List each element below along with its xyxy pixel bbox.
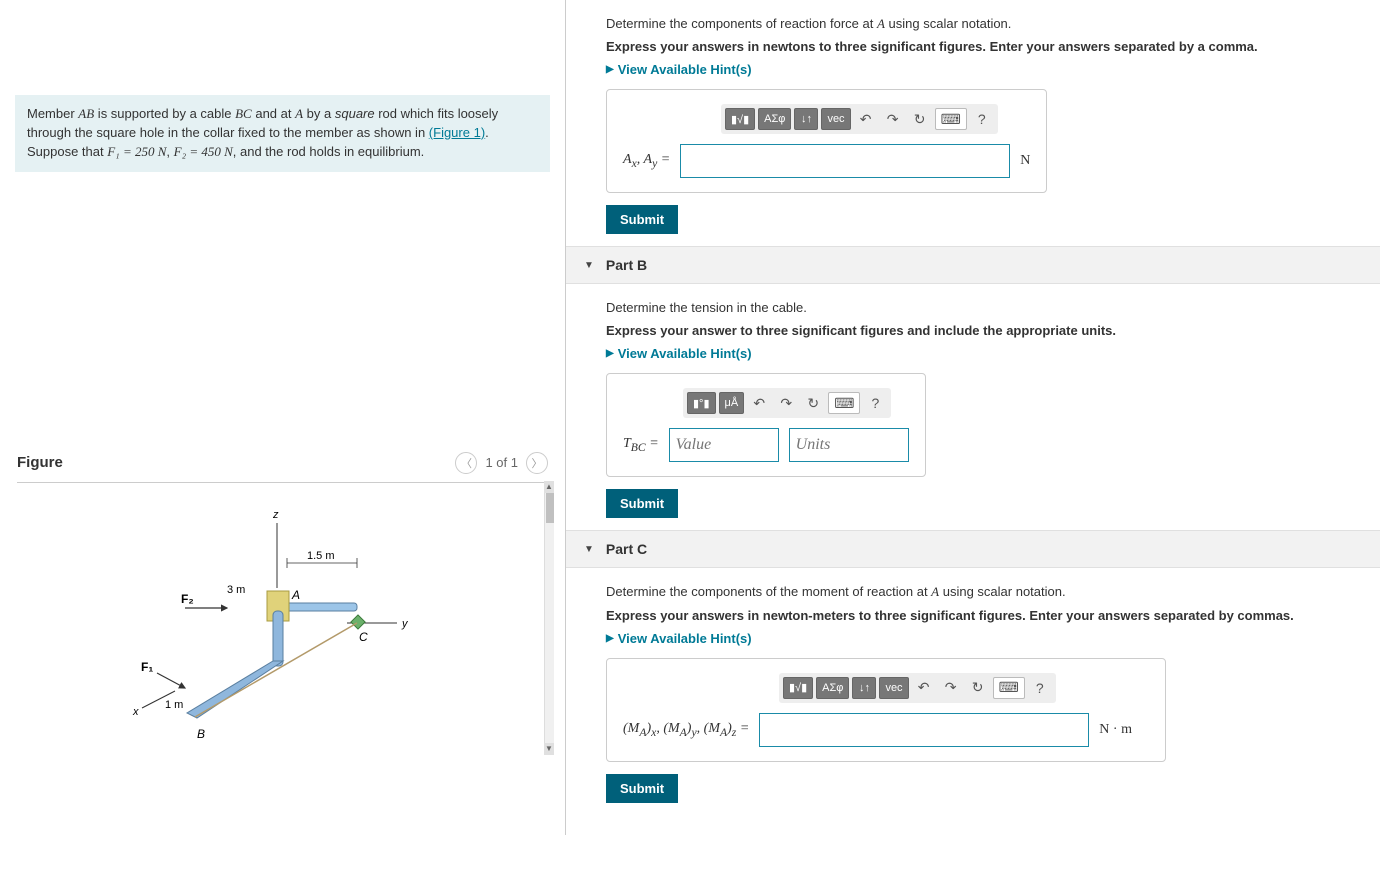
part-a-unit: N <box>1020 153 1030 169</box>
undo-button[interactable]: ↶ <box>912 677 936 699</box>
part-c-unit: N · m <box>1099 722 1132 738</box>
part-b-answer-box: ▮°▮ μÅ ↶ ↷ ↻ ⌨ ? TBC = <box>606 373 926 477</box>
figure-header: Figure 〈 1 of 1 〉 <box>17 452 548 483</box>
svg-text:A: A <box>291 588 300 602</box>
reset-button[interactable]: ↻ <box>801 392 825 414</box>
part-c-instruction: Express your answers in newton-meters to… <box>606 608 1340 623</box>
part-a-instruction: Express your answers in newtons to three… <box>606 39 1340 54</box>
svg-text:x: x <box>132 706 139 718</box>
redo-button[interactable]: ↷ <box>939 677 963 699</box>
part-b-title: Part B <box>606 257 647 273</box>
part-a-input[interactable] <box>680 144 1010 178</box>
vector-button[interactable]: vec <box>879 677 908 699</box>
figure-prev-button[interactable]: 〈 <box>455 452 477 474</box>
keyboard-button[interactable]: ⌨ <box>828 392 860 414</box>
part-c-input[interactable] <box>759 713 1089 747</box>
help-button[interactable]: ? <box>863 392 887 414</box>
part-c-label: (MA)x, (MA)y, (MA)z = <box>623 721 749 739</box>
part-c-title: Part C <box>606 541 647 557</box>
svg-text:C: C <box>359 630 368 644</box>
part-b-toolbar: ▮°▮ μÅ ↶ ↷ ↻ ⌨ ? <box>683 388 891 418</box>
svg-text:F₁: F₁ <box>141 660 153 674</box>
part-c-submit-button[interactable]: Submit <box>606 774 678 803</box>
scroll-down-button[interactable]: ▼ <box>544 743 554 755</box>
reset-button[interactable]: ↻ <box>966 677 990 699</box>
svg-text:F₂: F₂ <box>181 592 194 606</box>
figure-pager: 1 of 1 <box>485 455 518 470</box>
reset-button[interactable]: ↻ <box>908 108 932 130</box>
templates-button[interactable]: ▮√▮ <box>725 108 755 130</box>
part-b-question: Determine the tension in the cable. <box>606 299 1340 317</box>
svg-text:y: y <box>401 618 409 630</box>
part-b-hints-link[interactable]: View Available Hint(s) <box>606 346 1340 361</box>
figure-image: z y x A C <box>17 493 548 743</box>
part-b-units-input[interactable] <box>789 428 909 462</box>
help-button[interactable]: ? <box>970 108 994 130</box>
part-c-header[interactable]: ▼ Part C <box>566 530 1380 568</box>
symbols-button[interactable]: ΑΣφ <box>758 108 791 130</box>
redo-button[interactable]: ↷ <box>881 108 905 130</box>
figure-scrollbar[interactable] <box>544 493 554 743</box>
figure-link[interactable]: (Figure 1) <box>429 125 485 140</box>
subscript-button[interactable]: ↓↑ <box>794 108 818 130</box>
part-c-question: Determine the components of the moment o… <box>606 583 1340 601</box>
svg-text:1.5 m: 1.5 m <box>307 550 335 562</box>
problem-statement: Member AB is supported by a cable BC and… <box>15 95 550 172</box>
subscript-button[interactable]: ↓↑ <box>852 677 876 699</box>
templates-button[interactable]: ▮√▮ <box>783 677 813 699</box>
part-b-instruction: Express your answer to three significant… <box>606 323 1340 338</box>
units-templates-button[interactable]: ▮°▮ <box>687 392 716 414</box>
part-b-label: TBC = <box>623 436 659 454</box>
svg-text:3 m: 3 m <box>227 584 245 596</box>
figure-title: Figure <box>17 454 63 471</box>
part-b-header[interactable]: ▼ Part B <box>566 246 1380 284</box>
part-c-answer-box: ▮√▮ ΑΣφ ↓↑ vec ↶ ↷ ↻ ⌨ ? (MA)x, (MA)y, (… <box>606 658 1166 762</box>
part-c: Determine the components of the moment o… <box>566 568 1380 814</box>
units-symbols-button[interactable]: μÅ <box>719 392 745 414</box>
part-b-value-input[interactable] <box>669 428 779 462</box>
part-a-submit-button[interactable]: Submit <box>606 205 678 234</box>
part-a-toolbar: ▮√▮ ΑΣφ ↓↑ vec ↶ ↷ ↻ ⌨ ? <box>721 104 998 134</box>
caret-down-icon: ▼ <box>584 260 594 271</box>
part-a-answer-box: ▮√▮ ΑΣφ ↓↑ vec ↶ ↷ ↻ ⌨ ? Ax, Ay = N <box>606 89 1047 193</box>
part-a: Determine the components of reaction for… <box>566 0 1380 246</box>
part-a-hints-link[interactable]: View Available Hint(s) <box>606 62 1340 77</box>
svg-text:B: B <box>197 727 205 741</box>
keyboard-button[interactable]: ⌨ <box>935 108 967 130</box>
undo-button[interactable]: ↶ <box>854 108 878 130</box>
figure-next-button[interactable]: 〉 <box>526 452 548 474</box>
keyboard-button[interactable]: ⌨ <box>993 677 1025 699</box>
symbols-button[interactable]: ΑΣφ <box>816 677 849 699</box>
svg-text:z: z <box>272 509 279 521</box>
scroll-up-button[interactable]: ▲ <box>544 481 554 493</box>
svg-text:1 m: 1 m <box>165 699 183 711</box>
undo-button[interactable]: ↶ <box>747 392 771 414</box>
part-c-toolbar: ▮√▮ ΑΣφ ↓↑ vec ↶ ↷ ↻ ⌨ ? <box>779 673 1056 703</box>
redo-button[interactable]: ↷ <box>774 392 798 414</box>
caret-down-icon: ▼ <box>584 544 594 555</box>
part-b: Determine the tension in the cable. Expr… <box>566 284 1380 530</box>
help-button[interactable]: ? <box>1028 677 1052 699</box>
part-b-submit-button[interactable]: Submit <box>606 489 678 518</box>
vector-button[interactable]: vec <box>821 108 850 130</box>
part-a-label: Ax, Ay = <box>623 152 670 170</box>
part-c-hints-link[interactable]: View Available Hint(s) <box>606 631 1340 646</box>
part-a-question: Determine the components of reaction for… <box>606 15 1340 33</box>
